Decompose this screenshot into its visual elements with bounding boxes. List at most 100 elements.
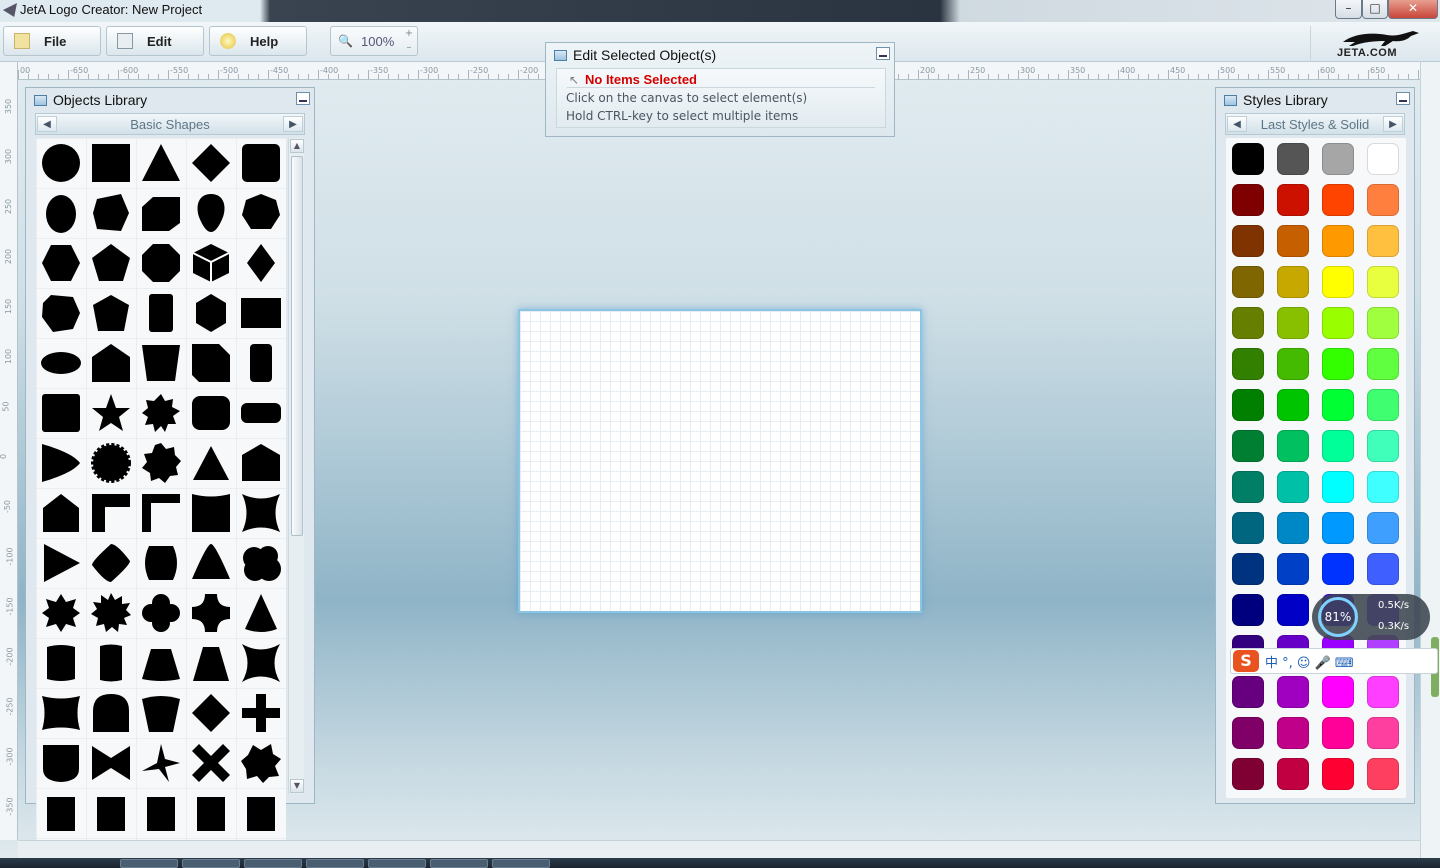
color-swatch[interactable] — [1232, 143, 1264, 175]
vertical-scrollbar[interactable] — [1420, 62, 1440, 858]
objects-next-category-button[interactable]: ▶ — [283, 116, 303, 132]
color-swatch[interactable] — [1322, 184, 1354, 216]
color-swatch[interactable] — [1232, 266, 1264, 298]
sogou-ime-icon[interactable]: S — [1233, 650, 1259, 672]
color-swatch[interactable] — [1322, 676, 1354, 708]
color-swatch[interactable] — [1277, 758, 1309, 790]
color-swatch[interactable] — [1367, 389, 1399, 421]
shape-trapezoid-3[interactable] — [186, 638, 236, 688]
color-swatch[interactable] — [1367, 717, 1399, 749]
shape-cloud[interactable] — [236, 538, 286, 588]
shape-square[interactable] — [86, 138, 136, 188]
minimize-button[interactable]: – — [1335, 0, 1362, 19]
shape-cylinder-2[interactable] — [86, 638, 136, 688]
objects-panel-minimize-button[interactable] — [296, 92, 310, 105]
shape-circle[interactable] — [36, 138, 86, 188]
edit-panel-minimize-button[interactable] — [876, 47, 890, 60]
color-swatch[interactable] — [1277, 430, 1309, 462]
shape-shield[interactable] — [36, 738, 86, 788]
color-swatch[interactable] — [1322, 553, 1354, 585]
shape-starburst[interactable] — [136, 438, 186, 488]
shape-diamond-2[interactable] — [186, 688, 236, 738]
shape-concave-square-2[interactable] — [236, 638, 286, 688]
color-swatch[interactable] — [1367, 266, 1399, 298]
color-swatch[interactable] — [1232, 512, 1264, 544]
shape-flower[interactable] — [136, 588, 186, 638]
color-swatch[interactable] — [1367, 512, 1399, 544]
ime-tools[interactable]: 中 °, ☺ 🎤 ⌨ — [1265, 652, 1354, 671]
taskbar-item[interactable] — [306, 859, 364, 868]
color-swatch[interactable] — [1367, 430, 1399, 462]
color-swatch[interactable] — [1232, 676, 1264, 708]
shape-seal[interactable] — [86, 438, 136, 488]
shape-triangle-2[interactable] — [186, 438, 236, 488]
color-swatch[interactable] — [1277, 553, 1309, 585]
color-swatch[interactable] — [1322, 143, 1354, 175]
color-swatch[interactable] — [1367, 553, 1399, 585]
objects-scrollbar[interactable]: ▲ ▼ — [288, 138, 304, 794]
color-swatch[interactable] — [1277, 307, 1309, 339]
help-menu-button[interactable]: Help — [209, 26, 307, 56]
shape-pill-tall[interactable] — [236, 338, 286, 388]
edit-menu-button[interactable]: Edit — [106, 26, 204, 56]
color-swatch[interactable] — [1322, 471, 1354, 503]
shape-rounded-square[interactable] — [236, 138, 286, 188]
horizontal-scrollbar[interactable] — [18, 840, 1420, 858]
color-swatch[interactable] — [1277, 389, 1309, 421]
brand-logo[interactable]: JETA.COM — [1310, 26, 1440, 62]
color-swatch[interactable] — [1322, 225, 1354, 257]
styles-prev-category-button[interactable]: ◀ — [1227, 116, 1247, 132]
color-swatch[interactable] — [1367, 307, 1399, 339]
shape-rectangle[interactable] — [236, 288, 286, 338]
color-swatch[interactable] — [1232, 758, 1264, 790]
color-swatch[interactable] — [1277, 266, 1309, 298]
shape-play-triangle[interactable] — [36, 538, 86, 588]
shape-star-8-b[interactable] — [36, 588, 86, 638]
file-menu-button[interactable]: File — [3, 26, 101, 56]
shape-cube[interactable] — [186, 238, 236, 288]
zoom-in-button[interactable]: + — [402, 28, 416, 41]
shape-pill[interactable] — [236, 388, 286, 438]
styles-next-category-button[interactable]: ▶ — [1383, 116, 1403, 132]
shape-curved-square[interactable] — [186, 488, 236, 538]
shape-partial[interactable] — [236, 788, 286, 838]
shape-egg[interactable] — [36, 188, 86, 238]
color-swatch[interactable] — [1232, 594, 1264, 626]
shape-star-5[interactable] — [86, 388, 136, 438]
color-swatch[interactable] — [1367, 676, 1399, 708]
color-swatch[interactable] — [1322, 430, 1354, 462]
color-swatch[interactable] — [1367, 758, 1399, 790]
color-swatch[interactable] — [1277, 471, 1309, 503]
color-swatch[interactable] — [1232, 430, 1264, 462]
color-swatch[interactable] — [1277, 225, 1309, 257]
shape-pentagon-house[interactable] — [236, 438, 286, 488]
shape-corner-bracket[interactable] — [86, 488, 136, 538]
color-swatch[interactable] — [1322, 512, 1354, 544]
network-monitor-widget[interactable]: 81% 0.5K/s 0.3K/s — [1312, 594, 1430, 640]
color-swatch[interactable] — [1232, 717, 1264, 749]
shape-pentagon-house-2[interactable] — [36, 488, 86, 538]
taskbar-item[interactable] — [492, 859, 550, 868]
scroll-down-button[interactable]: ▼ — [290, 779, 304, 793]
shape-pinwheel[interactable] — [136, 738, 186, 788]
color-swatch[interactable] — [1232, 389, 1264, 421]
shape-diamond[interactable] — [186, 138, 236, 188]
shape-triangle[interactable] — [136, 138, 186, 188]
color-swatch[interactable] — [1322, 389, 1354, 421]
shape-pentagon-2[interactable] — [86, 288, 136, 338]
scroll-thumb[interactable] — [291, 156, 303, 536]
color-swatch[interactable] — [1277, 512, 1309, 544]
shape-trapezoid[interactable] — [136, 338, 186, 388]
taskbar-item[interactable] — [244, 859, 302, 868]
color-swatch[interactable] — [1232, 184, 1264, 216]
maximize-button[interactable]: □ — [1362, 0, 1388, 19]
shape-starburst-2[interactable] — [236, 738, 286, 788]
shape-pentagon-tilted[interactable] — [86, 188, 136, 238]
color-swatch[interactable] — [1367, 184, 1399, 216]
shape-cylinder[interactable] — [36, 638, 86, 688]
shape-star-8[interactable] — [136, 388, 186, 438]
shape-cone[interactable] — [236, 588, 286, 638]
zoom-control[interactable]: 🔍 100% + – — [330, 26, 418, 56]
zoom-out-button[interactable]: – — [402, 42, 416, 55]
color-swatch[interactable] — [1232, 471, 1264, 503]
